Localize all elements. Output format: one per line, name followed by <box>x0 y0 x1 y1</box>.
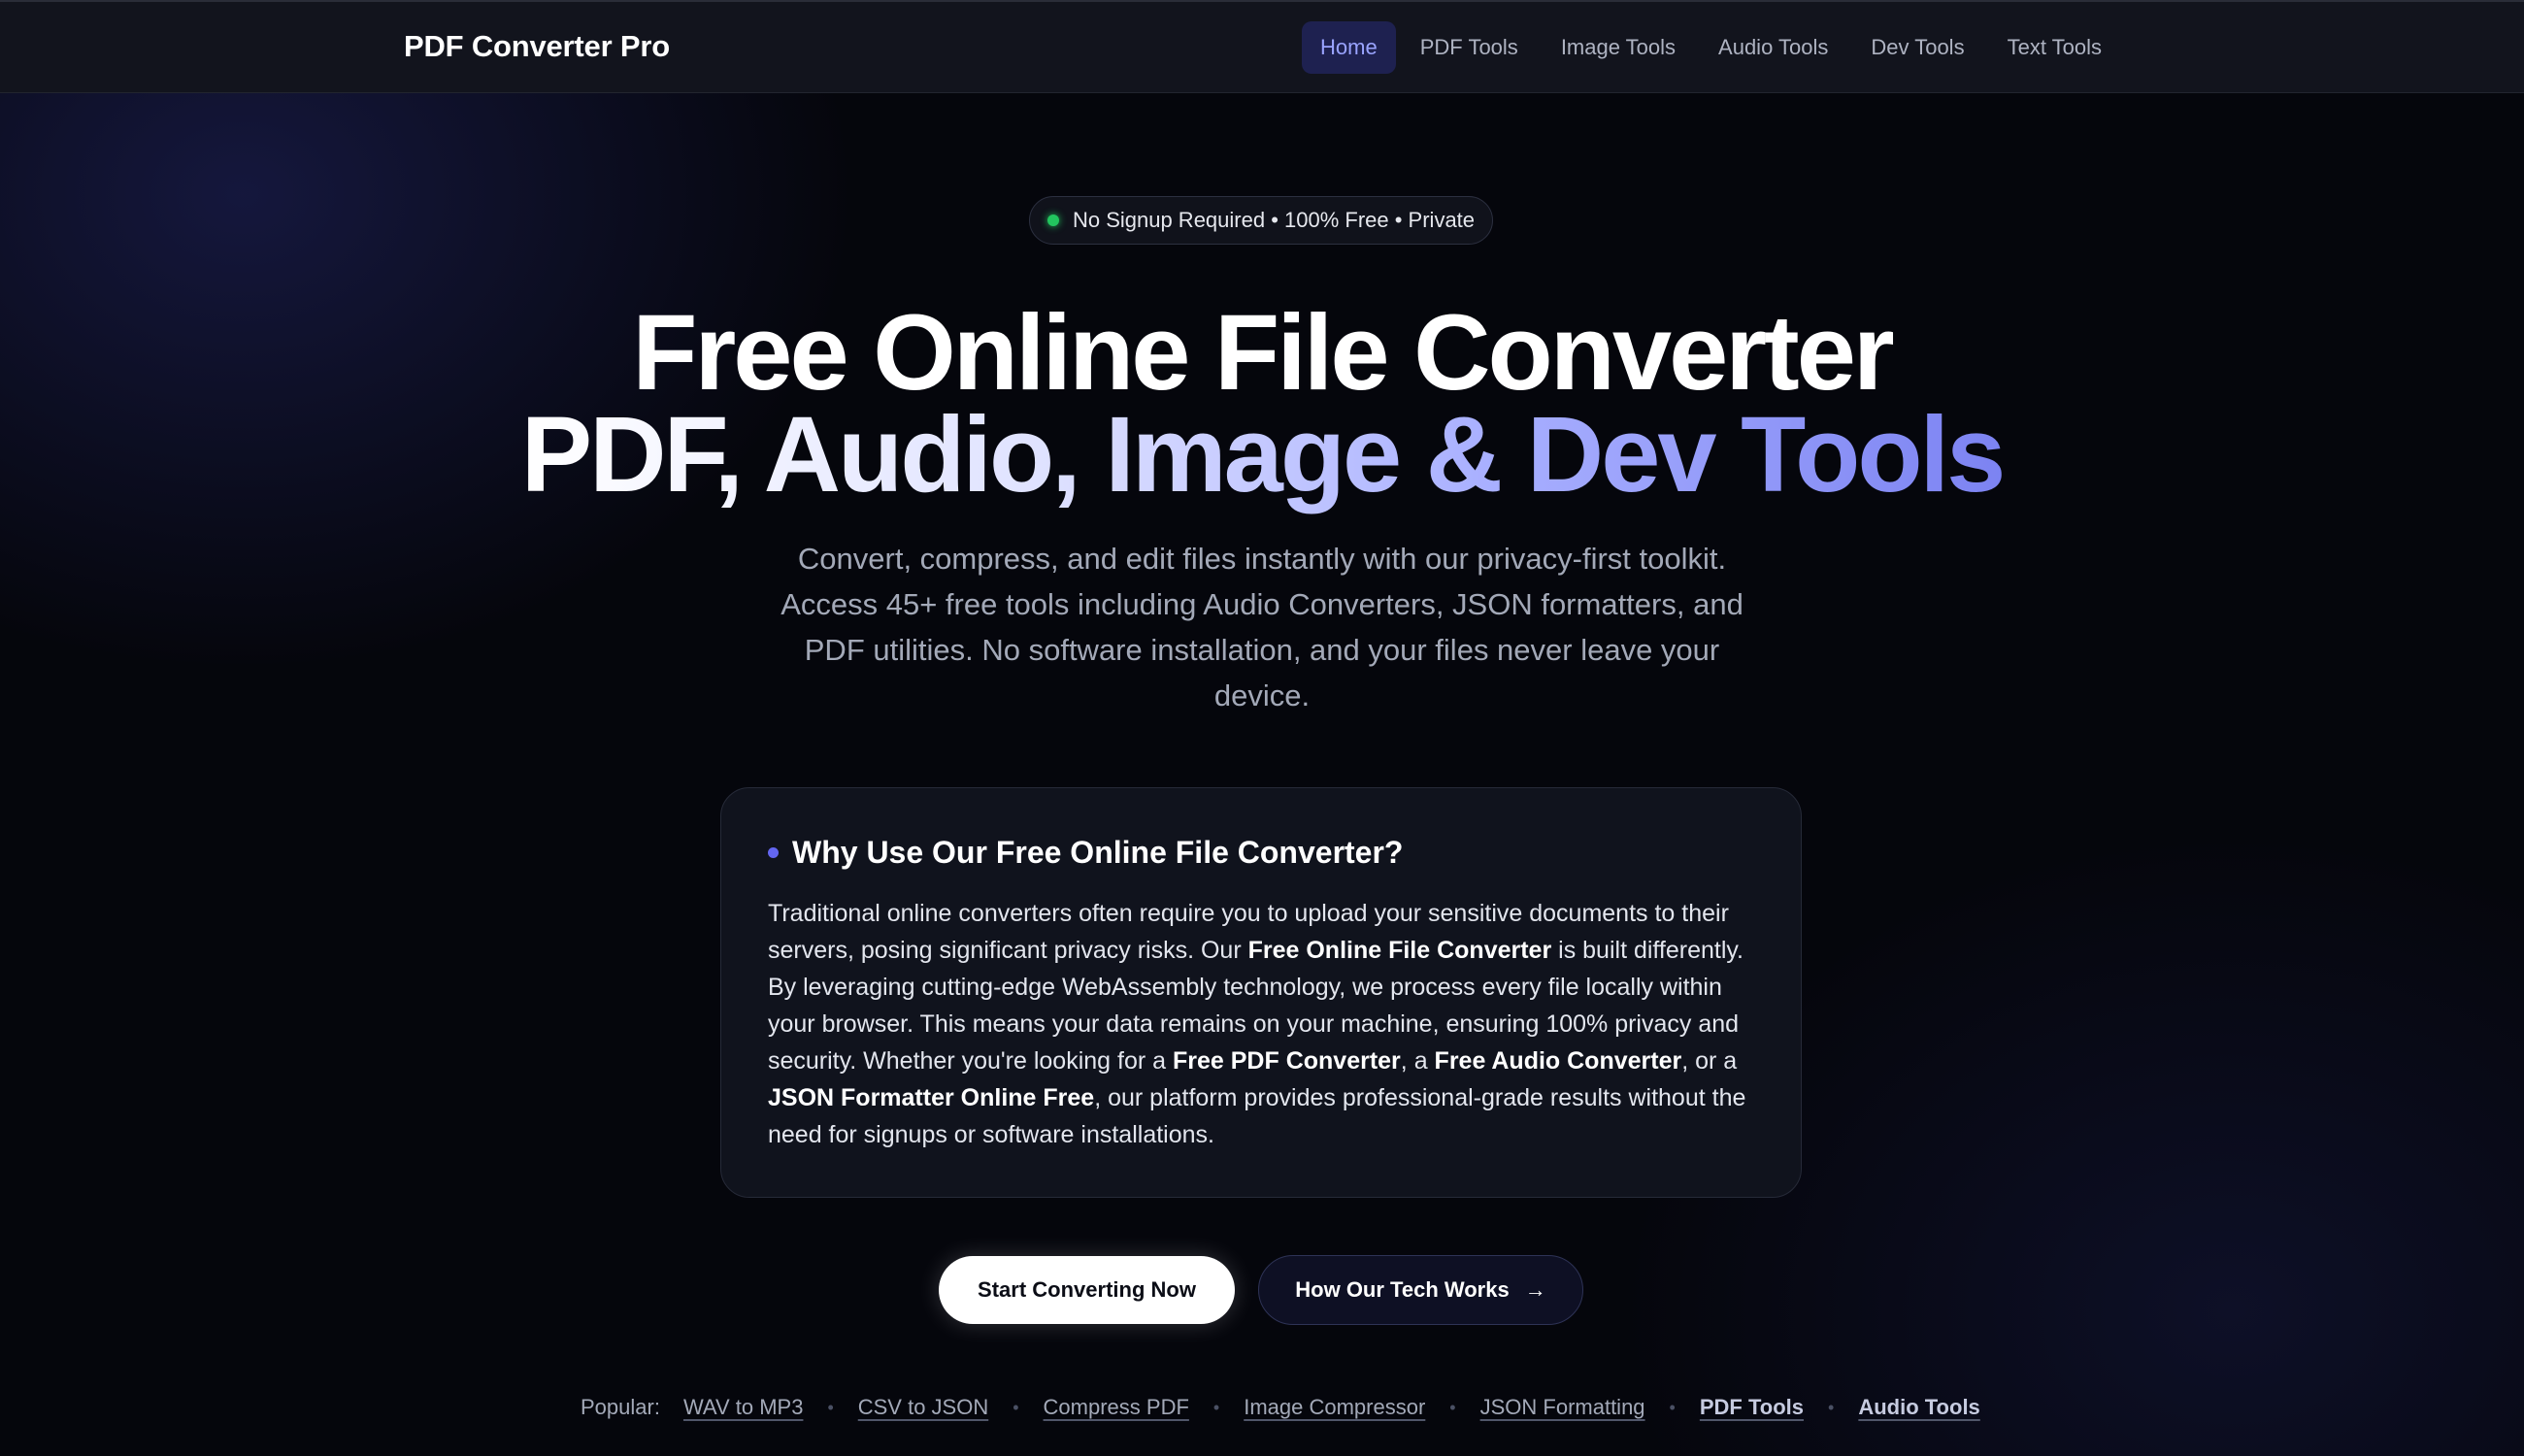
how-tech-works-button[interactable]: How Our Tech Works → <box>1258 1255 1583 1325</box>
card-bold-2: Free PDF Converter <box>1173 1047 1401 1075</box>
card-bold-1: Free Online File Converter <box>1247 937 1552 964</box>
card-title: Why Use Our Free Online File Converter? <box>768 835 1403 871</box>
brand-logo[interactable]: PDF Converter Pro <box>404 29 670 64</box>
popular-label: Popular: <box>581 1395 660 1419</box>
card-bold-3: Free Audio Converter <box>1434 1047 1682 1075</box>
popular-link-compress-pdf[interactable]: Compress PDF <box>1044 1395 1189 1420</box>
nav-link-image-tools[interactable]: Image Tools <box>1543 21 1694 74</box>
hero-headline-line2-text: PDF, Audio, Image & Dev Tools <box>520 395 2007 514</box>
popular-link-pdf-tools[interactable]: PDF Tools <box>1700 1395 1804 1420</box>
card-text-3: , a <box>1400 1047 1435 1075</box>
hero-subtext: Convert, compress, and edit files instan… <box>780 542 1744 712</box>
top-navbar: PDF Converter Pro Home PDF Tools Image T… <box>0 0 2524 93</box>
nav-link-pdf-tools[interactable]: PDF Tools <box>1402 21 1537 74</box>
nav-link-audio-tools[interactable]: Audio Tools <box>1700 21 1846 74</box>
how-tech-works-label: How Our Tech Works <box>1295 1277 1510 1302</box>
card-text-4: , or a <box>1681 1047 1738 1075</box>
separator-dot: • <box>1828 1397 1835 1417</box>
separator-dot: • <box>1212 1397 1220 1417</box>
hero-headline-line2: PDF, Audio, Image & Dev Tools <box>0 393 2524 517</box>
separator-dot: • <box>1449 1397 1456 1417</box>
separator-dot: • <box>1013 1397 1019 1417</box>
why-use-card: Why Use Our Free Online File Converter? … <box>720 787 1802 1198</box>
privacy-badge: No Signup Required • 100% Free • Private <box>1029 196 1493 245</box>
status-dot-icon <box>1046 215 1059 226</box>
badge-text: No Signup Required • 100% Free • Private <box>1072 208 1476 232</box>
arrow-right-icon: → <box>1524 1277 1546 1302</box>
popular-links: Popular: WAV to MP3 • CSV to JSON • Comp… <box>581 1391 1980 1424</box>
nav-link-text-tools[interactable]: Text Tools <box>1989 21 2120 74</box>
card-bold-4: JSON Formatter Online Free <box>768 1084 1095 1111</box>
nav-link-dev-tools[interactable]: Dev Tools <box>1852 21 1982 74</box>
bullet-dot-icon <box>768 847 779 858</box>
separator-dot: • <box>827 1397 834 1417</box>
card-title-text: Why Use Our Free Online File Converter? <box>792 835 1404 870</box>
popular-link-audio-tools[interactable]: Audio Tools <box>1858 1395 1979 1420</box>
nav-links: Home PDF Tools Image Tools Audio Tools D… <box>1302 21 2120 74</box>
start-converting-button[interactable]: Start Converting Now <box>939 1256 1235 1324</box>
popular-link-wav-to-mp3[interactable]: WAV to MP3 <box>683 1395 803 1420</box>
popular-link-csv-to-json[interactable]: CSV to JSON <box>858 1395 988 1420</box>
nav-link-home[interactable]: Home <box>1302 21 1396 74</box>
card-body: Traditional online converters often requ… <box>768 895 1758 1153</box>
separator-dot: • <box>1669 1397 1676 1417</box>
popular-link-json-formatting[interactable]: JSON Formatting <box>1480 1395 1645 1420</box>
popular-link-image-compressor[interactable]: Image Compressor <box>1244 1395 1425 1420</box>
